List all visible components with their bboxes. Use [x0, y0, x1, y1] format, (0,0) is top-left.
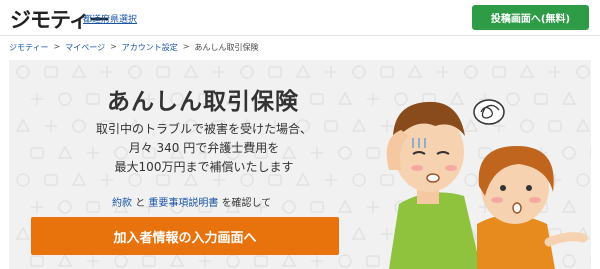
- pattern-shape: [156, 66, 170, 78]
- pattern-shape: [30, 147, 44, 159]
- breadcrumb-current: あんしん取引保険: [194, 43, 259, 52]
- pattern-shape: [240, 65, 254, 79]
- pattern-shape: [31, 201, 43, 213]
- pattern-shape: [268, 66, 282, 78]
- description-line: 最大100万円まで補償いたします: [114, 160, 294, 174]
- breadcrumb-separator: >: [182, 42, 190, 51]
- breadcrumb: ジモティー > マイページ > アカウント設定 > あんしん取引保険: [9, 42, 258, 53]
- description-line: 取引中のトラブルで被害を受けた場合、: [95, 122, 312, 136]
- pattern-shape: [16, 173, 30, 187]
- worried-couple-illustration: [386, 99, 588, 269]
- pattern-shape: [352, 173, 366, 187]
- pattern-shape: [310, 93, 324, 105]
- pattern-shape: [30, 255, 44, 267]
- pattern-shape: [16, 65, 30, 79]
- insurance-hero: あんしん取引保険 取引中のトラブルで被害を受けた場合、 月々 340 円で弁護士…: [9, 60, 591, 269]
- pattern-shape: [183, 64, 199, 78]
- breadcrumb-account-settings[interactable]: アカウント設定: [122, 42, 178, 53]
- pattern-shape: [254, 255, 268, 267]
- confirm-text: 約款 と 重要事項説明書 を確認して: [112, 194, 271, 209]
- breadcrumb-mypage[interactable]: マイページ: [65, 42, 105, 53]
- breadcrumb-separator: >: [110, 42, 117, 51]
- prefecture-select-link[interactable]: 都道府県選択: [83, 12, 137, 25]
- insurance-description: 取引中のトラブルで被害を受けた場合、 月々 340 円で弁護士費用を 最大100…: [79, 120, 329, 177]
- pattern-shape: [15, 118, 31, 132]
- pattern-shape: [169, 253, 185, 267]
- pattern-shape: [87, 255, 99, 267]
- pattern-shape: [281, 253, 297, 267]
- pattern-shape: [57, 253, 73, 267]
- pattern-shape: [57, 145, 73, 159]
- pattern-shape: [282, 200, 296, 214]
- pattern-shape: [338, 146, 352, 160]
- pattern-shape: [114, 254, 128, 268]
- pattern-shape: [58, 200, 72, 214]
- pattern-shape: [310, 201, 324, 213]
- man-figure: [386, 101, 481, 269]
- pattern-shape: [351, 226, 367, 240]
- pattern-shape: [142, 255, 156, 267]
- post-button[interactable]: 投稿画面へ(無料): [472, 5, 589, 30]
- pattern-shape: [226, 254, 240, 268]
- pattern-shape: [352, 65, 366, 79]
- breadcrumb-separator: >: [53, 42, 61, 51]
- enrollment-form-button[interactable]: 加入者情報の入力画面へ: [31, 217, 339, 255]
- terms-link[interactable]: 約款: [112, 198, 132, 209]
- woman-figure: [477, 146, 588, 269]
- pattern-shape: [86, 93, 100, 105]
- pattern-shape: [338, 254, 352, 268]
- pattern-shape: [71, 64, 87, 78]
- page-title: あんしん取引保険: [107, 89, 299, 115]
- pattern-shape: [31, 93, 43, 105]
- pattern-shape: [311, 255, 323, 267]
- pattern-shape: [45, 120, 57, 132]
- pattern-shape: [337, 91, 353, 105]
- confirm-suffix: を確認して: [221, 198, 272, 209]
- pattern-shape: [325, 66, 337, 78]
- pattern-shape: [213, 66, 225, 78]
- pattern-shape: [86, 201, 100, 213]
- pattern-shape: [44, 174, 58, 186]
- breadcrumb-home[interactable]: ジモティー: [9, 42, 49, 53]
- pattern-shape: [351, 118, 367, 132]
- worry-bubble-icon: [473, 99, 505, 125]
- pattern-shape: [128, 65, 142, 79]
- pattern-shape: [101, 66, 113, 78]
- site-header: ジモティー 都道府県選択 投稿画面へ(無料): [0, 0, 600, 36]
- pattern-shape: [44, 66, 58, 78]
- pattern-shape: [15, 226, 31, 240]
- pattern-shape: [58, 92, 72, 106]
- pattern-shape: [337, 199, 353, 213]
- pattern-shape: [295, 64, 311, 78]
- and-text: と: [135, 198, 146, 209]
- important-matters-link[interactable]: 重要事項説明書: [148, 198, 218, 209]
- description-line: 月々 340 円で弁護士費用を: [128, 141, 280, 155]
- pattern-shape: [199, 255, 211, 267]
